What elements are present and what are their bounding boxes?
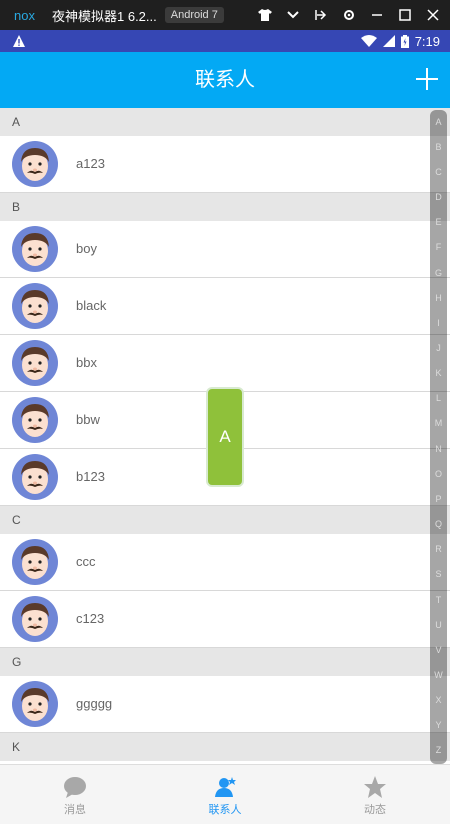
contact-name: black	[76, 298, 107, 313]
index-letter-u[interactable]: U	[430, 620, 447, 630]
emulator-controls	[258, 0, 440, 30]
shirt-icon[interactable]	[258, 8, 272, 22]
chevron-down-icon[interactable]	[286, 8, 300, 22]
section-header-k: K	[0, 733, 450, 761]
avatar	[12, 539, 58, 585]
index-letter-w[interactable]: W	[430, 670, 447, 680]
avatar	[12, 397, 58, 443]
index-letter-k[interactable]: K	[430, 368, 447, 378]
index-letter-t[interactable]: T	[430, 595, 447, 605]
tab-contacts[interactable]: 联系人	[150, 765, 300, 824]
index-letter-o[interactable]: O	[430, 469, 447, 479]
avatar	[12, 681, 58, 727]
android-status-bar: 7:19	[0, 30, 450, 52]
avatar	[12, 340, 58, 386]
pin-icon[interactable]	[314, 8, 328, 22]
nox-logo: nox	[14, 8, 35, 22]
avatar	[12, 596, 58, 642]
contact-row[interactable]: bbx	[0, 335, 450, 392]
close-icon[interactable]	[426, 8, 440, 22]
index-letter-j[interactable]: J	[430, 343, 447, 353]
index-letter-v[interactable]: V	[430, 645, 447, 655]
index-letter-b[interactable]: B	[430, 142, 447, 152]
svg-text:nox: nox	[14, 8, 35, 22]
android-version-badge: Android 7	[164, 7, 224, 23]
contact-name: ggggg	[76, 696, 113, 711]
section-header-c: C	[0, 506, 450, 534]
contact-name: bbw	[76, 412, 100, 427]
avatar	[12, 283, 58, 329]
index-overlay: A	[206, 387, 244, 487]
star-icon	[363, 775, 387, 799]
minimize-icon[interactable]	[370, 8, 384, 22]
tab-moments[interactable]: 动态	[300, 765, 450, 824]
contact-name: b123	[76, 469, 105, 484]
contact-row[interactable]: black	[0, 278, 450, 335]
chat-bubble-icon	[63, 775, 87, 799]
tab-messages[interactable]: 消息	[0, 765, 150, 824]
section-header-g: G	[0, 648, 450, 676]
contact-row[interactable]: ccc	[0, 534, 450, 591]
contact-name: c123	[76, 611, 105, 626]
page-title: 联系人	[195, 69, 255, 91]
index-letter-p[interactable]: P	[430, 494, 447, 504]
wifi-icon	[360, 35, 377, 47]
bottom-navigation: 消息 联系人 动态	[0, 764, 450, 824]
index-letter-h[interactable]: H	[430, 293, 447, 303]
index-letter-y[interactable]: Y	[430, 720, 447, 730]
emulator-title: 夜神模拟器1 6.2...	[52, 8, 157, 24]
index-letter-m[interactable]: M	[430, 418, 447, 428]
index-letter-f[interactable]: F	[430, 242, 447, 252]
index-letter-e[interactable]: E	[430, 217, 447, 227]
contact-row[interactable]: ggggg	[0, 676, 450, 733]
tab-label: 消息	[64, 804, 86, 816]
contact-name: bbx	[76, 355, 97, 370]
status-icons: 7:19	[360, 30, 440, 52]
section-header-b: B	[0, 193, 450, 221]
overlay-letter: A	[219, 427, 231, 446]
section-header-a: A	[0, 108, 450, 136]
index-letter-d[interactable]: D	[430, 192, 447, 202]
avatar	[12, 454, 58, 500]
contact-row[interactable]: a123	[0, 136, 450, 193]
warning-icon	[13, 35, 25, 47]
maximize-icon[interactable]	[398, 8, 412, 22]
app-header: 联系人	[0, 52, 450, 108]
index-letter-x[interactable]: X	[430, 695, 447, 705]
contact-name: ccc	[76, 554, 96, 569]
gear-icon[interactable]	[342, 8, 356, 22]
index-letter-z[interactable]: Z	[430, 745, 447, 755]
index-letter-a[interactable]: A	[430, 117, 447, 127]
tab-label: 动态	[364, 804, 386, 816]
signal-icon	[382, 35, 395, 47]
contact-row[interactable]: c123	[0, 591, 450, 648]
index-letter-r[interactable]: R	[430, 544, 447, 554]
index-letter-g[interactable]: G	[430, 268, 447, 278]
index-letter-n[interactable]: N	[430, 444, 447, 454]
avatar	[12, 141, 58, 187]
index-letter-i[interactable]: I	[430, 318, 447, 328]
status-time: 7:19	[414, 33, 440, 49]
battery-icon	[400, 34, 409, 48]
emulator-title-bar: nox 夜神模拟器1 6.2... Android 7	[0, 0, 450, 30]
contact-row[interactable]: boy	[0, 221, 450, 278]
index-letter-l[interactable]: L	[430, 393, 447, 403]
alphabet-index-bar[interactable]: A B C D E F G H I J K L M N O P Q R S T U V W X Y Z	[430, 110, 447, 764]
index-letter-q[interactable]: Q	[430, 519, 447, 529]
tab-label: 联系人	[208, 804, 242, 816]
index-letter-s[interactable]: S	[430, 569, 447, 579]
add-contact-button[interactable]	[416, 68, 438, 90]
contact-name: a123	[76, 156, 105, 171]
contact-name: boy	[76, 241, 97, 256]
avatar	[12, 226, 58, 272]
index-letter-c[interactable]: C	[430, 167, 447, 177]
contacts-icon	[213, 775, 237, 799]
